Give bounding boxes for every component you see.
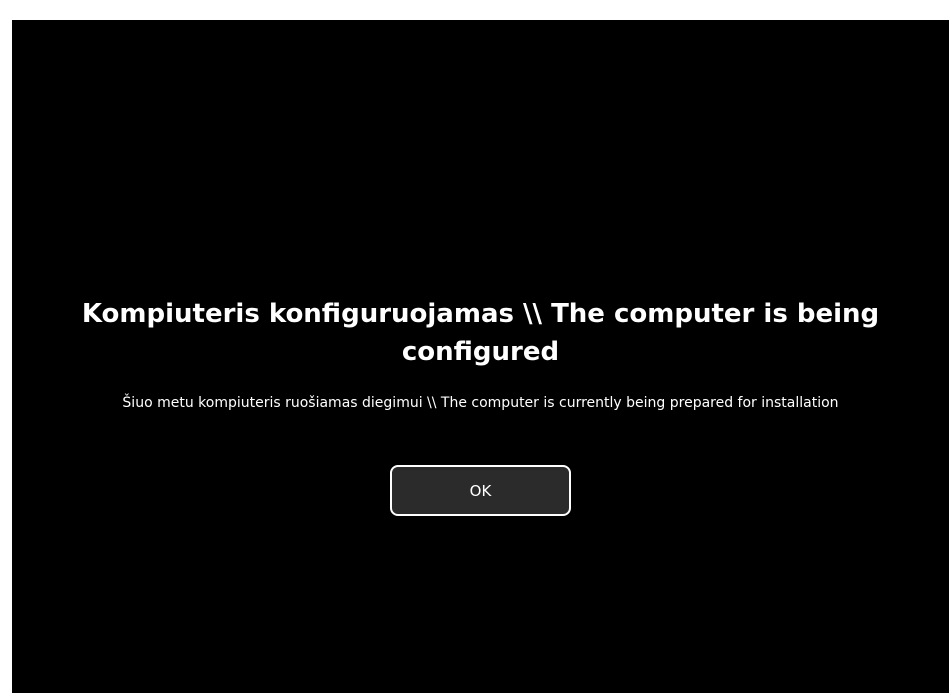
configuration-screen: Kompiuteris konfiguruojamas \\ The compu… (12, 20, 949, 693)
dialog-title: Kompiuteris konfiguruojamas \\ The compu… (81, 299, 880, 367)
dialog-message: Šiuo metu kompiuteris ruošiamas diegimui… (122, 395, 839, 411)
dialog-content: Kompiuteris konfiguruojamas \\ The compu… (12, 295, 949, 516)
ok-button[interactable]: OK (390, 465, 571, 516)
